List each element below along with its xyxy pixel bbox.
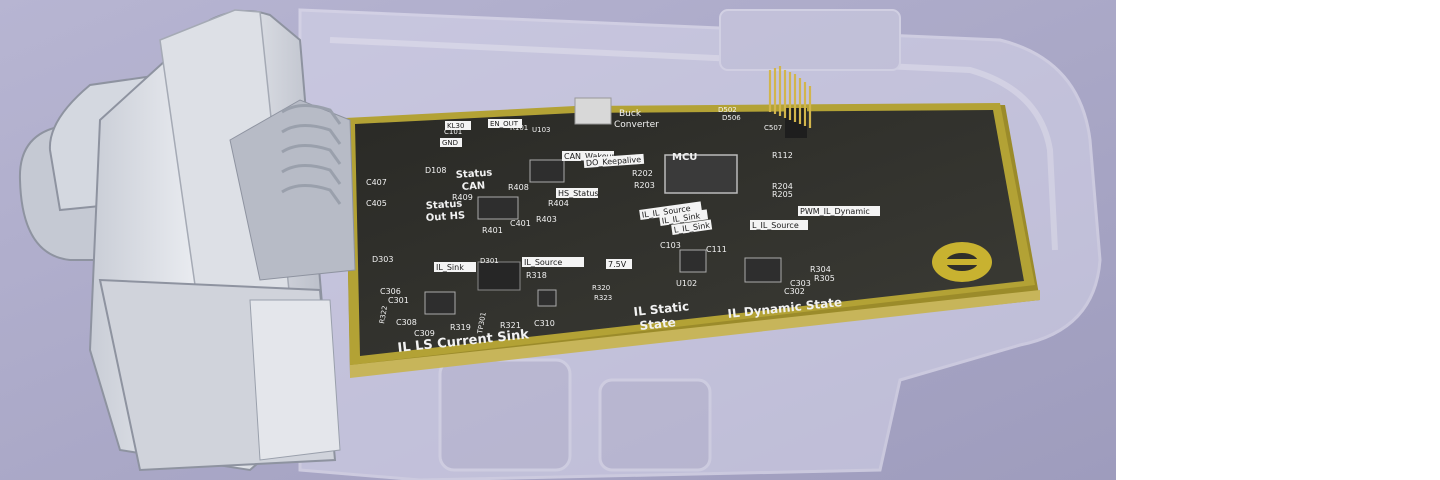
section-status-can-2: CAN xyxy=(461,180,485,193)
refdes-r323: R323 xyxy=(594,294,612,302)
refdes-r409: R409 xyxy=(452,193,473,202)
refdes-u103: U103 xyxy=(532,126,550,134)
pcb-3d-render: IL LS Current Sink IL Static State IL Dy… xyxy=(0,0,1116,480)
company-logo xyxy=(932,242,992,282)
refdes-c301: C301 xyxy=(388,296,409,305)
refdes-r203: R203 xyxy=(634,181,655,190)
refdes-c401: C401 xyxy=(510,219,531,228)
buck-converter-inductor xyxy=(574,97,612,125)
net-label-il-sink: IL_Sink xyxy=(434,262,476,272)
svg-text:7.5V: 7.5V xyxy=(608,260,627,269)
refdes-d301: D301 xyxy=(480,257,499,265)
small-chip xyxy=(537,289,557,307)
refdes-r403: R403 xyxy=(536,215,557,224)
svg-text:PWM_IL_Dynamic: PWM_IL_Dynamic xyxy=(800,207,870,216)
refdes-r401: R401 xyxy=(482,226,503,235)
refdes-d108: D108 xyxy=(425,166,446,175)
refdes-u102: U102 xyxy=(676,279,697,288)
net-label-l-il-source: L_IL_Source xyxy=(750,220,808,230)
refdes-c407: C407 xyxy=(366,178,387,187)
refdes-r321: R321 xyxy=(500,321,521,330)
refdes-c103: C103 xyxy=(660,241,681,250)
net-label-il-source: IL_Source xyxy=(522,257,584,267)
refdes-c111: C111 xyxy=(706,245,727,254)
refdes-d502: D502 xyxy=(718,106,737,114)
net-label-7-5v: 7.5V xyxy=(606,259,632,269)
refdes-c405: C405 xyxy=(366,199,387,208)
refdes-r112: R112 xyxy=(772,151,793,160)
refdes-r408: R408 xyxy=(508,183,529,192)
refdes-r320: R320 xyxy=(592,284,610,292)
empty-panel xyxy=(1116,0,1440,480)
u403-chip xyxy=(529,159,565,183)
refdes-r318: R318 xyxy=(526,271,547,280)
svg-text:HS_Status: HS_Status xyxy=(558,189,599,198)
net-label-hs-status: HS_Status xyxy=(556,188,599,198)
pcb-3d-viewport[interactable]: IL LS Current Sink IL Static State IL Dy… xyxy=(0,0,1116,480)
svg-text:GND: GND xyxy=(442,139,458,147)
refdes-c309: C309 xyxy=(414,329,435,338)
refdes-r205: R205 xyxy=(772,190,793,199)
refdes-r404: R404 xyxy=(548,199,569,208)
svg-text:IL_Sink: IL_Sink xyxy=(436,263,464,272)
refdes-r101: R101 xyxy=(510,124,528,132)
refdes-c308: C308 xyxy=(396,318,417,327)
refdes-c507: C507 xyxy=(764,124,782,132)
refdes-d303: D303 xyxy=(372,255,393,264)
refdes-r319: R319 xyxy=(450,323,471,332)
refdes-d506: D506 xyxy=(722,114,741,122)
dynamic-state-chip xyxy=(744,257,782,283)
refdes-c310: C310 xyxy=(534,319,555,328)
refdes-c306: C306 xyxy=(380,287,401,296)
il-sink-chip xyxy=(477,261,521,291)
section-buck-1: Buck xyxy=(619,109,642,119)
svg-text:L_IL_Source: L_IL_Source xyxy=(752,221,799,230)
refdes-c302: C302 xyxy=(784,287,805,296)
refdes-r305: R305 xyxy=(814,274,835,283)
u401-chip xyxy=(477,196,519,220)
sink-driver-chip xyxy=(424,291,456,315)
net-label-gnd: GND xyxy=(440,138,462,147)
svg-text:IL_Source: IL_Source xyxy=(524,258,562,267)
refdes-c303: C303 xyxy=(790,279,811,288)
u102-chip xyxy=(679,249,707,273)
refdes-c101: C101 xyxy=(444,128,462,136)
section-mcu: MCU xyxy=(672,152,697,163)
net-label-pwm-il-dynamic: PWM_IL_Dynamic xyxy=(798,206,880,216)
refdes-r304: R304 xyxy=(810,265,831,274)
refdes-r202: R202 xyxy=(632,169,653,178)
section-buck-2: Converter xyxy=(614,120,659,130)
